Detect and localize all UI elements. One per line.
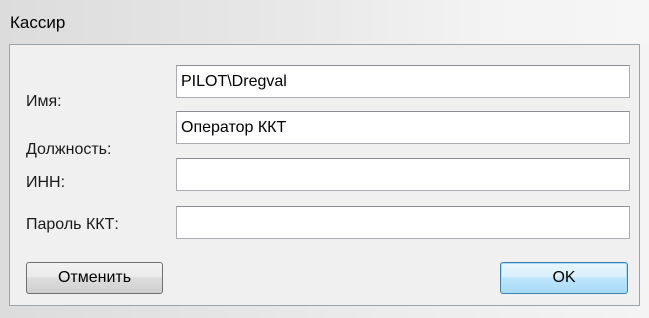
inn-field[interactable] bbox=[176, 158, 630, 191]
ok-button[interactable]: OK bbox=[500, 262, 628, 294]
inn-label: ИНН: bbox=[26, 174, 66, 191]
name-field[interactable] bbox=[176, 65, 630, 98]
window-frame-right bbox=[640, 44, 649, 318]
kkt-password-label: Пароль ККТ: bbox=[26, 216, 119, 233]
cancel-button[interactable]: Отменить bbox=[26, 262, 163, 294]
kkt-password-field[interactable] bbox=[176, 206, 630, 239]
window-title: Кассир bbox=[10, 13, 66, 32]
title-bar[interactable]: Кассир bbox=[0, 0, 649, 44]
window-frame-left bbox=[0, 44, 9, 318]
window-frame-bottom bbox=[0, 306, 649, 318]
name-label: Имя: bbox=[26, 93, 62, 110]
position-field[interactable] bbox=[176, 111, 630, 144]
position-label: Должность: bbox=[26, 141, 112, 158]
cashier-dialog: Кассир Имя: Должность: ИНН: Пароль ККТ: … bbox=[0, 0, 649, 318]
